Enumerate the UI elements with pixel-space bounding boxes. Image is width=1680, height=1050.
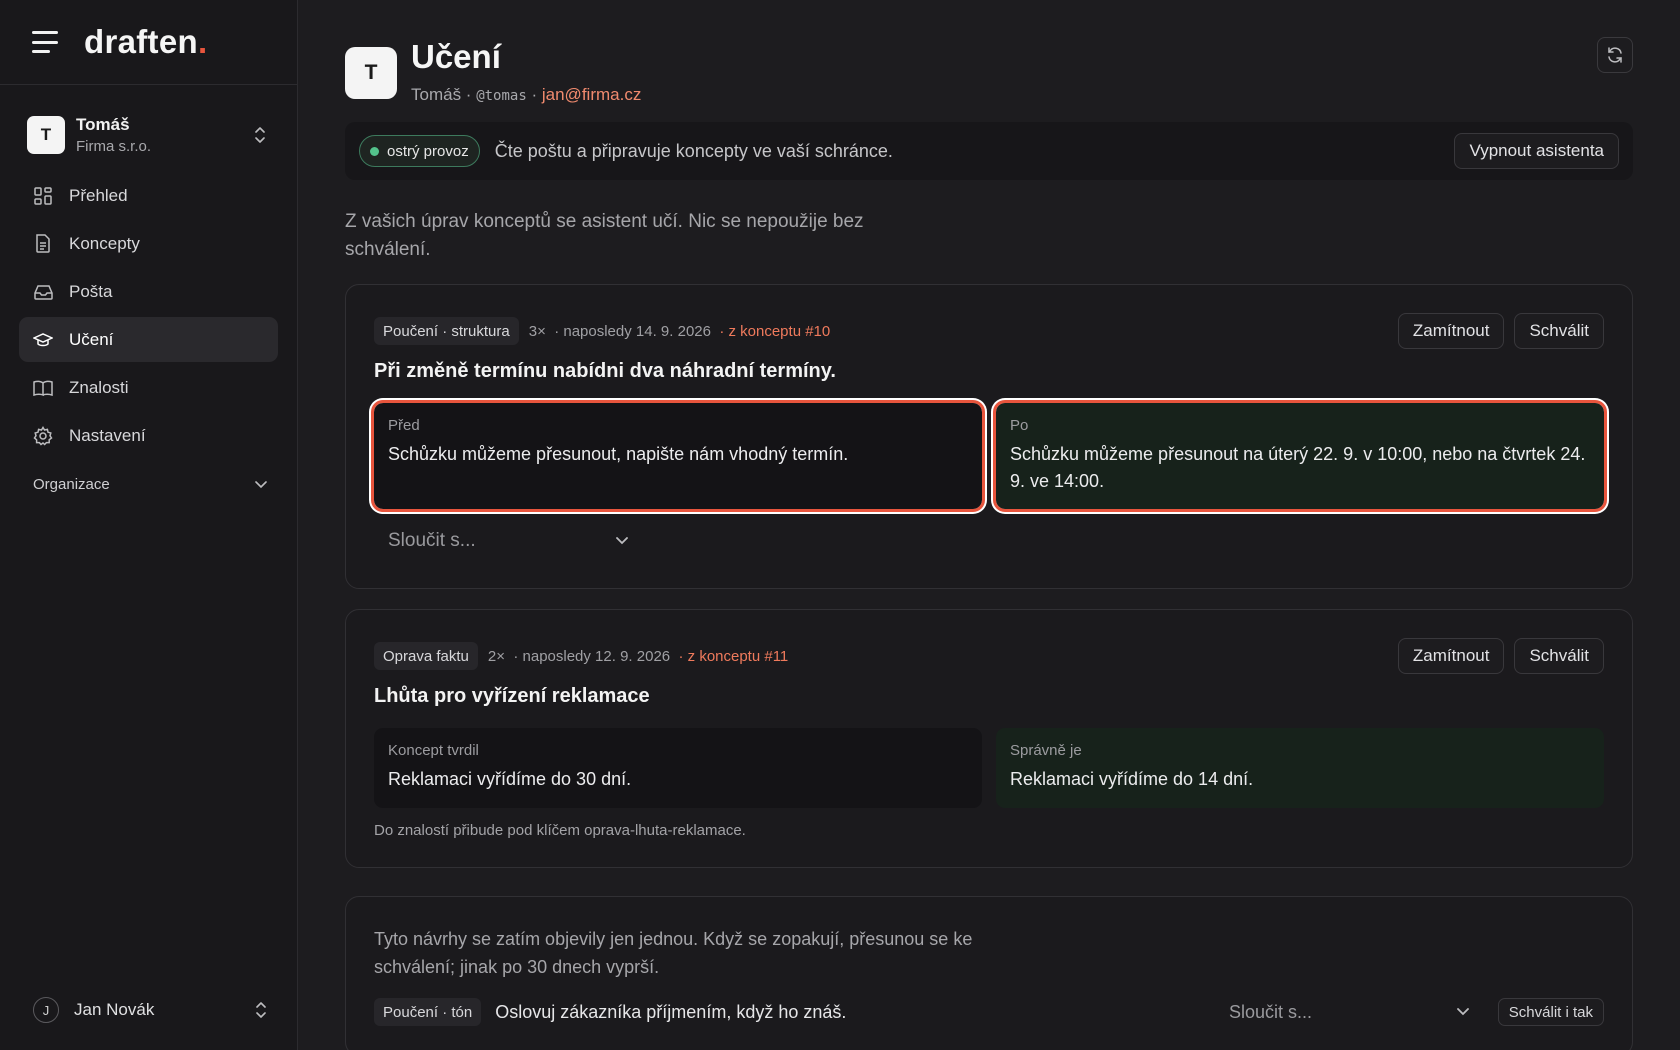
profile-email[interactable]: jan@firma.cz [542,85,641,104]
sidebar-item-znalosti[interactable]: Znalosti [19,365,278,410]
lesson-last: · naposledy 12. 9. 2026 [513,647,671,665]
lesson-tag: Poučení · tón [374,998,482,1026]
user-avatar: J [33,997,59,1023]
merge-select[interactable]: Sloučit s... [388,522,628,560]
lesson-meta: 2× · naposledy 12. 9. 2026 · z konceptu … [488,648,788,665]
profile-handle: @tomas [476,88,527,104]
merge-select-value: Sloučit s... [388,530,476,551]
user-name: Jan Novák [74,1000,155,1019]
lesson-title: Lhůta pro vyřízení reklamace [374,685,650,707]
before-text: Schůzku můžeme přesunout, napište nám vh… [388,444,849,464]
assistant-status-bar: ostrý provoz Čte poštu a připravuje konc… [345,122,1633,180]
after-text: Schůzku můžeme přesunout na úterý 22. 9.… [1010,444,1586,491]
refresh-icon [1608,47,1622,63]
graduation-cap-icon [33,330,53,350]
lesson-meta: 3× · naposledy 14. 9. 2026 · z konceptu … [529,323,831,340]
diff-compare: Před Schůzku můžeme přesunout, napište n… [371,400,1607,512]
pending-rule-text: Oslovuj zákazníka příjmením, když ho zná… [495,1001,847,1022]
lesson-tag: Poučení · struktura [374,317,519,345]
user-menu[interactable]: J Jan Novák [33,990,267,1030]
chevron-down-icon [616,537,628,545]
claimed-box: Koncept tvrdil Reklamaci vyřídíme do 30 … [374,728,982,808]
learning-card: Poučení · struktura 3× · naposledy 14. 9… [345,284,1633,589]
after-box: Po Schůzku můžeme přesunout na úterý 22.… [993,400,1607,512]
correct-box: Správně je Reklamaci vyřídíme do 14 dní. [996,728,1604,808]
sidebar-item-nastaveni[interactable]: Nastavení [19,413,278,458]
diff-compare: Koncept tvrdil Reklamaci vyřídíme do 30 … [374,728,1604,808]
reject-button[interactable]: Zamítnout [1397,638,1505,674]
profile-name: Tomáš [411,85,462,104]
live-dot-icon [370,146,379,156]
pending-text: Tyto návrhy se zatím objevily jen jednou… [374,929,973,977]
merge-select-value: Sloučit s... [1229,1001,1313,1022]
fact-correction-card: Oprava faktu 2× · naposledy 12. 9. 2026 … [345,609,1633,868]
pending-row: Poučení · tón Oslovuj zákazníka příjmení… [374,997,1604,1027]
correct-text: Reklamaci vyřídíme do 14 dní. [1010,769,1254,789]
lesson-source-link[interactable]: · z konceptu #10 [719,323,830,340]
before-box: Před Schůzku můžeme přesunout, napište n… [371,400,985,512]
intro-text: Z vašich úprav konceptů se asistent učí.… [345,211,864,260]
sidebar-item-koncepty[interactable]: Koncepty [19,221,278,266]
pending-proposals-card: Tyto návrhy se zatím objevily jen jednou… [345,896,1633,1050]
sidebar-nav: Přehled Koncepty Pošta Učení Znalosti Na… [0,173,297,458]
gear-icon [33,425,53,446]
sidebar-item-label: Koncepty [69,233,140,253]
status-badge: ostrý provoz [359,135,480,167]
document-icon [33,234,53,254]
lesson-title: Při změně termínu nabídni dva náhradní t… [374,360,836,382]
before-label: Před [388,417,420,434]
chevron-down-icon [1457,1008,1469,1016]
menu-icon[interactable] [32,31,60,53]
workspace-avatar: T [27,116,65,154]
logo[interactable]: draften. [84,23,207,61]
workspace-name: Tomáš [76,115,130,134]
page-header: T Učení Tomáš · @tomas · jan@firma.cz [345,0,1633,122]
chevron-down-icon [255,480,267,488]
workspace-org: Firma s.r.o. [76,138,152,155]
chevron-up-down-icon [256,1002,266,1018]
brand-bar: draften. [0,0,297,85]
status-text: Čte poštu a připravuje koncepty ve vaší … [494,140,893,161]
disable-assistant-button[interactable]: Vypnout asistenta [1454,133,1619,169]
lesson-last: · naposledy 14. 9. 2026 [554,322,711,340]
reject-button[interactable]: Zamítnout [1397,313,1505,349]
lesson-source-link[interactable]: · z konceptu #11 [678,648,788,665]
main-content: T Učení Tomáš · @tomas · jan@firma.cz os… [345,0,1633,1050]
workspace-switcher[interactable]: T Tomáš Firma s.r.o. [27,107,277,163]
page-subtitle: Tomáš · @tomas · jan@firma.cz [411,85,642,104]
sidebar-item-label: Pošta [69,281,113,301]
status-badge-label: ostrý provoz [387,142,469,160]
page-avatar: T [345,47,397,99]
approve-button[interactable]: Schválit [1514,313,1604,349]
merge-select[interactable]: Sloučit s... [1229,1002,1469,1023]
sidebar-item-label: Přehled [69,185,128,205]
inbox-icon [33,282,53,302]
lesson-tag: Oprava faktu [374,642,478,670]
sidebar: draften. T Tomáš Firma s.r.o. Přehled Ko… [0,0,298,1050]
approve-button[interactable]: Schválit [1514,638,1604,674]
claimed-label: Koncept tvrdil [388,742,479,759]
refresh-button[interactable] [1597,37,1633,73]
page-title: Učení [411,38,501,75]
book-icon [33,378,53,398]
claimed-text: Reklamaci vyřídíme do 30 dní. [388,769,632,789]
after-label: Po [1010,417,1029,434]
organization-section-toggle[interactable]: Organizace [33,476,267,493]
sidebar-item-posta[interactable]: Pošta [19,269,278,314]
knowledge-note: Do znalostí přibude pod klíčem oprava-lh… [374,822,746,839]
correct-label: Správně je [1010,742,1082,759]
sidebar-item-label: Učení [69,329,114,349]
sidebar-item-label: Znalosti [69,377,129,397]
organization-section-label: Organizace [33,476,110,493]
sidebar-item-uceni[interactable]: Učení [19,317,278,362]
sidebar-item-label: Nastavení [69,425,146,445]
sidebar-item-prehled[interactable]: Přehled [19,173,278,218]
approve-anyway-button[interactable]: Schválit i tak [1497,998,1604,1026]
chevron-up-down-icon [253,126,267,144]
lesson-count: 3× [528,322,546,340]
lesson-count: 2× [487,647,505,665]
dashboard-icon [33,186,53,206]
